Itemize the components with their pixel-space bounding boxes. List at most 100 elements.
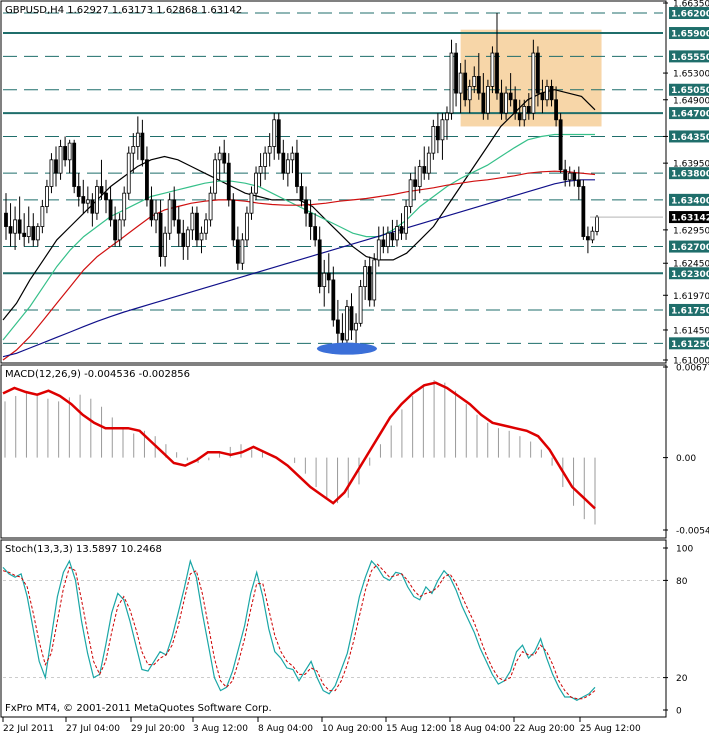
candle-body [258,166,263,174]
copyright: FxPro MT4, © 2001-2011 MetaQuotes Softwa… [5,703,272,714]
level-tag-label: 1.65550 [671,53,709,63]
candle-body [522,106,527,121]
candle-body [399,226,404,234]
time-tick-label: 3 Aug 12:00 [193,724,248,734]
candle-body [176,219,181,234]
candle-body [426,152,431,174]
candle-body [308,212,313,227]
candle-body [431,126,436,154]
candle-body [35,226,40,241]
time-tick-label: 8 Aug 04:00 [258,724,313,734]
level-tag-label: 1.66200 [671,10,709,20]
candle-body [463,72,468,101]
candle-body [508,92,513,101]
candle-body [490,52,495,87]
candle-body [285,159,290,174]
price-tick-label: 1.61970 [673,292,709,302]
candle-body [158,212,163,257]
candle-body [122,192,127,221]
candle-body [586,236,590,241]
stoch-panel: 100 80 20 0 Stoch(13,3,3) 13.5897 10.2468 F… [0,539,693,718]
candle-body [467,86,472,101]
candle-body [513,99,518,114]
level-tag-label: 1.62700 [671,243,709,253]
candle-body [45,186,49,207]
candle-body [290,152,295,161]
macd-tick-label: 0.00 [676,454,696,464]
chart-header: GBPUSD,H4 1.62927 1.63173 1.62868 1.6314… [5,5,242,16]
candle-body [567,172,572,181]
candle-body [354,322,358,331]
time-tick-label: 25 Aug 12:00 [580,724,641,734]
time-tick-label: 27 Jul 04:00 [66,724,120,734]
candle-body [417,166,422,187]
candle-body [367,266,372,301]
candle-body [81,196,86,204]
candle-body [154,212,158,221]
time-tick-label: 22 Jul 2011 [3,724,54,734]
candle-body [335,319,340,334]
time-tick-label: 22 Aug 20:00 [514,724,575,734]
price-tick-label: 1.64900 [673,96,709,106]
candle-body [476,76,481,94]
macd-panel: 0.00677 0.00 -0.00541 MACD(12,26,9) -0.004… [0,364,709,539]
candle-body [117,219,122,241]
candle-body [185,229,190,247]
candle-body [449,52,454,114]
candle-body [313,226,318,241]
candle-body [295,152,299,187]
stoch-tick-label: 80 [676,577,688,587]
candle-body [254,172,258,194]
candle-body [85,199,90,204]
candle-body [13,219,17,234]
candle-body [445,112,449,121]
level-tag-label: 1.65900 [671,30,709,40]
candle-body [331,279,336,321]
candle-body [495,52,499,94]
candle [276,113,281,160]
ellipse-marker [316,342,377,355]
candle-body [167,199,172,234]
candle-body [31,226,36,241]
candle [581,179,586,240]
candle-body [54,159,58,174]
candle-body [95,186,99,214]
candle-body [422,166,427,174]
candle-body [481,92,486,114]
candle-body [276,119,281,154]
candle-body [63,146,67,161]
candle-body [322,272,327,287]
stoch-tick-label: 20 [676,674,688,684]
candle-body [172,199,177,221]
level-tag-label: 1.64700 [671,110,709,120]
candle-body [408,179,413,207]
candle-body [217,152,222,161]
candle-body [267,146,272,154]
time-axis: 22 Jul 2011 27 Jul 04:00 29 Jul 20:00 3 Aug… [2,717,641,734]
candle-body [581,186,586,237]
candle-body [17,219,22,234]
level-tag-label: 1.65050 [671,86,709,96]
candle-body [454,52,458,94]
candle-body [531,52,536,114]
macd-label: MACD(12,26,9) -0.004536 -0.002856 [5,369,190,380]
candle-body [222,152,227,164]
candle-body [499,92,504,114]
candle-body [90,199,95,214]
candle-body [440,119,445,141]
candle-body [181,232,186,247]
candle-body [113,219,118,241]
macd-tick-label: 0.00677 [676,364,709,374]
candle-body [385,232,390,247]
candle-body [317,239,322,287]
candle-body [549,86,554,101]
candle-body [195,212,199,241]
candle-body [4,212,8,227]
candle-body [140,132,145,161]
time-tick-label: 18 Aug 04:00 [450,724,511,734]
candle-body [358,286,363,324]
candle-body [563,169,568,181]
candle-body [545,86,549,101]
candle-body [590,230,595,241]
candle-body [281,152,286,174]
